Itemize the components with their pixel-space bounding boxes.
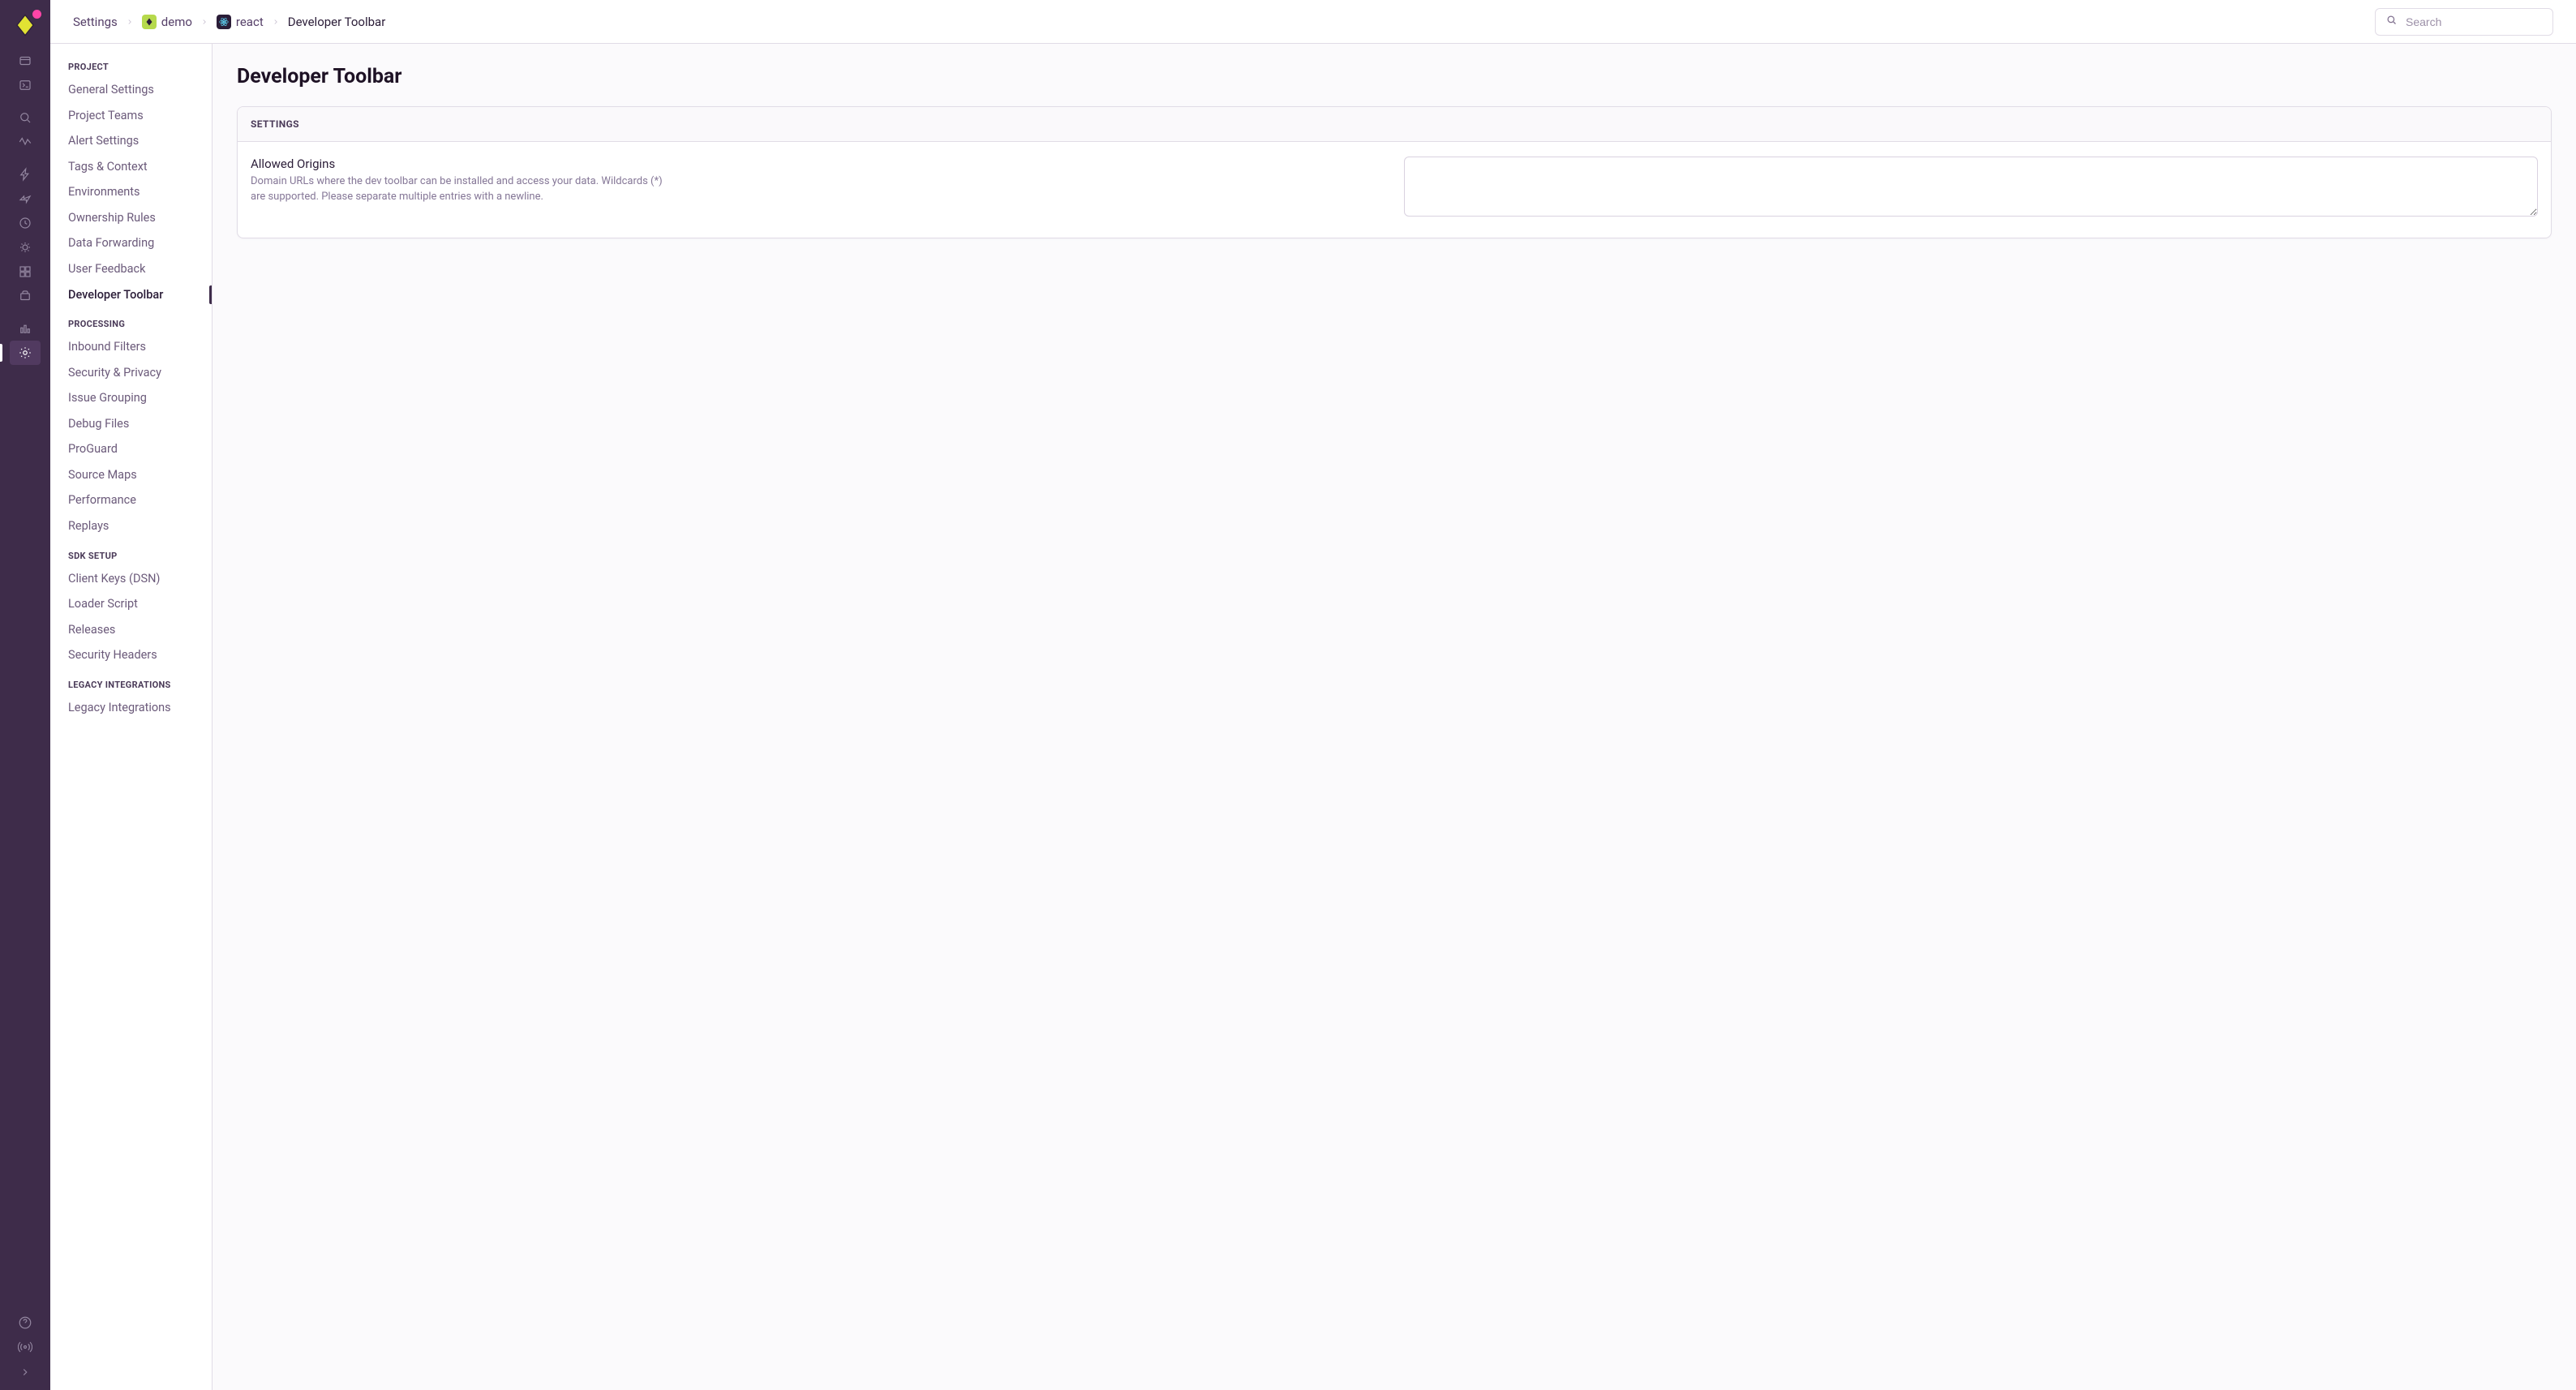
- nav-settings[interactable]: [10, 341, 41, 365]
- nav-projects[interactable]: [10, 49, 41, 73]
- nav-dashboards[interactable]: [10, 260, 41, 284]
- breadcrumb-current: Developer Toolbar: [288, 15, 386, 29]
- sidebar-item-releases[interactable]: Releases: [50, 617, 212, 643]
- sidebar-item-source-maps[interactable]: Source Maps: [50, 462, 212, 488]
- react-logo-icon: [217, 15, 231, 29]
- nav-traces[interactable]: [10, 162, 41, 187]
- sidebar-item-issue-grouping[interactable]: Issue Grouping: [50, 385, 212, 411]
- sidebar-item-security-privacy[interactable]: Security & Privacy: [50, 360, 212, 386]
- breadcrumb-project-label: react: [236, 15, 264, 29]
- main-content: Developer Toolbar SETTINGS Allowed Origi…: [213, 44, 2576, 1390]
- sidebar-item-proguard[interactable]: ProGuard: [50, 436, 212, 462]
- sidebar-item-tags-context[interactable]: Tags & Context: [50, 154, 212, 180]
- sidebar-item-replays[interactable]: Replays: [50, 513, 212, 539]
- topbar: Settings demo react Developer Toolbar: [50, 0, 2576, 44]
- nav-group-heading: LEGACY INTEGRATIONS: [50, 680, 212, 695]
- sidebar-item-inbound-filters[interactable]: Inbound Filters: [50, 334, 212, 360]
- search-input[interactable]: [2404, 15, 2554, 29]
- field-help-allowed-origins: Domain URLs where the dev toolbar can be…: [251, 174, 672, 205]
- nav-group-heading: SDK SETUP: [50, 551, 212, 566]
- chevron-right-icon: [126, 15, 134, 29]
- breadcrumb-org[interactable]: demo: [142, 15, 192, 29]
- search-icon: [2385, 14, 2398, 29]
- app-logo[interactable]: [11, 11, 39, 39]
- chevron-right-icon: [272, 15, 280, 29]
- nav-help[interactable]: [10, 1311, 41, 1335]
- global-search[interactable]: [2375, 8, 2553, 36]
- breadcrumb-settings[interactable]: Settings: [73, 15, 118, 29]
- sidebar-item-legacy-integrations[interactable]: Legacy Integrations: [50, 695, 212, 721]
- org-badge-icon: [142, 15, 157, 29]
- sidebar-item-data-forwarding[interactable]: Data Forwarding: [50, 230, 212, 256]
- sidebar-item-project-teams[interactable]: Project Teams: [50, 103, 212, 129]
- allowed-origins-input[interactable]: [1404, 157, 2538, 217]
- nav-group-heading: PROCESSING: [50, 319, 212, 334]
- nav-group-heading: PROJECT: [50, 62, 212, 77]
- sidebar-item-developer-toolbar[interactable]: Developer Toolbar: [50, 282, 212, 308]
- nav-releases[interactable]: [10, 284, 41, 308]
- notification-dot-icon: [32, 10, 41, 19]
- sidebar-item-performance[interactable]: Performance: [50, 487, 212, 513]
- sidebar-item-alert-settings[interactable]: Alert Settings: [50, 128, 212, 154]
- panel-heading: SETTINGS: [238, 107, 2551, 142]
- nav-issues[interactable]: [10, 73, 41, 97]
- settings-sidebar: PROJECT General Settings Project Teams A…: [50, 44, 213, 1390]
- nav-crons[interactable]: [10, 211, 41, 235]
- breadcrumb-org-label: demo: [161, 15, 192, 29]
- sidebar-item-debug-files[interactable]: Debug Files: [50, 411, 212, 437]
- nav-search[interactable]: [10, 105, 41, 130]
- page-title: Developer Toolbar: [237, 65, 2552, 88]
- chevron-right-icon: [200, 15, 208, 29]
- sidebar-item-environments[interactable]: Environments: [50, 179, 212, 205]
- sidebar-item-ownership-rules[interactable]: Ownership Rules: [50, 205, 212, 231]
- nav-alerts[interactable]: [10, 187, 41, 211]
- sidebar-item-user-feedback[interactable]: User Feedback: [50, 256, 212, 282]
- sidebar-item-client-keys[interactable]: Client Keys (DSN): [50, 566, 212, 592]
- nav-profiling[interactable]: [10, 235, 41, 260]
- settings-panel: SETTINGS Allowed Origins Domain URLs whe…: [237, 106, 2552, 238]
- nav-stats[interactable]: [10, 316, 41, 341]
- sidebar-item-loader-script[interactable]: Loader Script: [50, 591, 212, 617]
- primary-nav-rail: [0, 0, 50, 1390]
- rail-expand-button[interactable]: [10, 1359, 41, 1385]
- sidebar-item-general-settings[interactable]: General Settings: [50, 77, 212, 103]
- breadcrumb-project[interactable]: react: [217, 15, 264, 29]
- field-label-allowed-origins: Allowed Origins: [251, 157, 1385, 171]
- sidebar-item-security-headers[interactable]: Security Headers: [50, 642, 212, 668]
- nav-broadcast[interactable]: [10, 1335, 41, 1359]
- breadcrumb: Settings demo react Developer Toolbar: [73, 15, 385, 29]
- nav-performance[interactable]: [10, 130, 41, 154]
